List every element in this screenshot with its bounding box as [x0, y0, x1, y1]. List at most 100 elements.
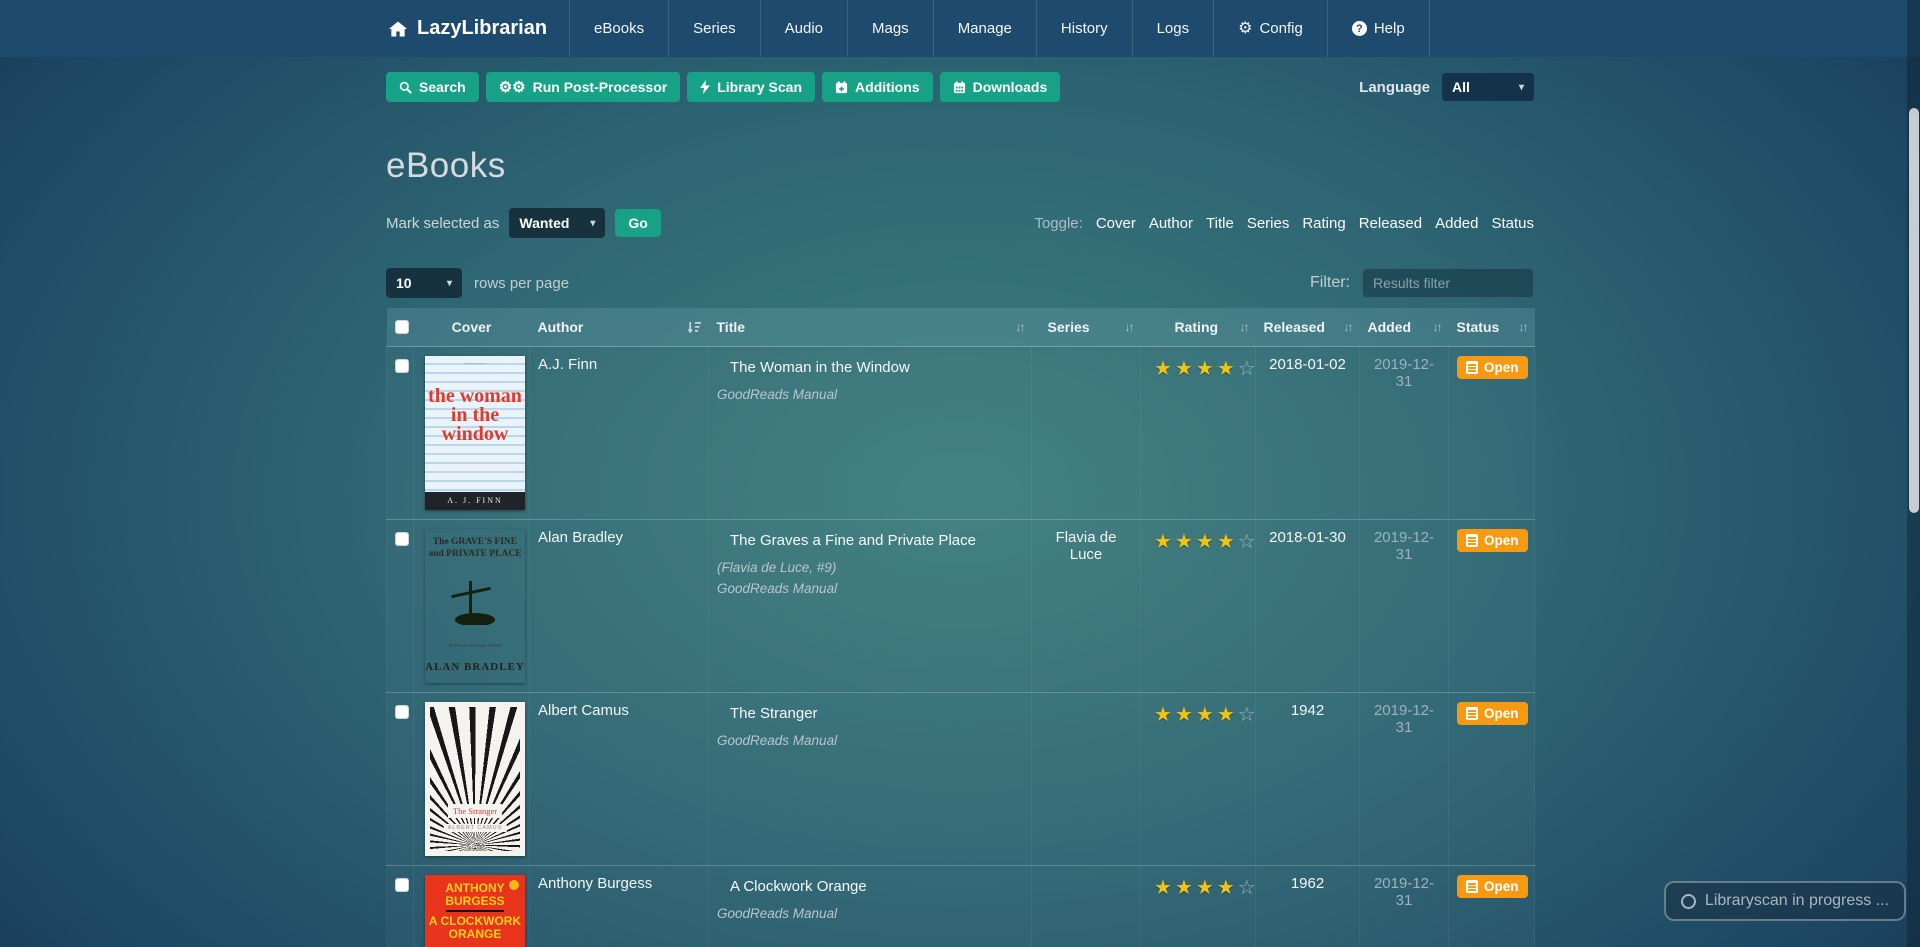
toggle-cover[interactable]: Cover: [1096, 215, 1136, 232]
sort-descending-icon: [686, 321, 701, 334]
mark-selected-select[interactable]: Wanted ▾: [509, 208, 606, 238]
nav-item-manage[interactable]: Manage: [932, 0, 1036, 57]
search-button[interactable]: Search: [386, 72, 479, 102]
rating-stars: ★★★★☆: [1154, 704, 1259, 726]
nav-item-series[interactable]: Series: [668, 0, 760, 57]
table-row: ANTHONY BURGESS A CLOCKWORK ORANGE Antho…: [386, 865, 1535, 947]
series-cell: [1031, 865, 1141, 947]
series-note: (Flavia de Luce, #9): [717, 560, 837, 575]
added-cell: 2019-12-31: [1359, 346, 1449, 520]
sort-icon: ↓↑: [1343, 320, 1354, 334]
nav-item-help[interactable]: ? Help: [1326, 0, 1430, 57]
row-checkbox[interactable]: [395, 532, 409, 546]
nav-item-logs[interactable]: Logs: [1131, 0, 1214, 57]
nav-item-audio[interactable]: Audio: [759, 0, 847, 57]
row-checkbox[interactable]: [395, 878, 409, 892]
book-cover[interactable]: The Stranger ALBERT CAMUS: [425, 702, 525, 856]
gear-icon: ⚙: [1238, 19, 1253, 37]
source-note: GoodReads Manual: [717, 733, 838, 748]
header-author[interactable]: Author: [529, 308, 709, 347]
source-note: GoodReads Manual: [717, 906, 838, 921]
header-title[interactable]: Title ↓↑: [708, 308, 1032, 347]
brand-title: LazyLibrarian: [417, 17, 548, 39]
filter-label: Filter:: [1310, 274, 1350, 291]
language-select[interactable]: All ▾: [1442, 73, 1534, 101]
run-post-processor-button[interactable]: ⚙⚙︎ Run Post-Processor: [485, 72, 681, 102]
series-cell: [1031, 692, 1141, 866]
header-series[interactable]: Series ↓↑: [1031, 308, 1141, 347]
book-title-link[interactable]: The Woman in the Window: [730, 359, 910, 376]
open-button[interactable]: Open: [1457, 356, 1528, 379]
author-link[interactable]: Albert Camus: [538, 702, 629, 719]
header-cover[interactable]: Cover: [413, 308, 530, 347]
select-all-checkbox[interactable]: [394, 320, 409, 334]
downloads-button[interactable]: Downloads: [939, 72, 1061, 102]
calendar-icon: [953, 80, 966, 94]
header-added[interactable]: Added ↓↑: [1359, 308, 1449, 347]
series-link[interactable]: Flavia de Luce: [1056, 529, 1117, 563]
rows-per-page-select[interactable]: 10 ▾: [386, 268, 462, 298]
row-checkbox[interactable]: [395, 359, 409, 373]
bolt-icon: [700, 80, 711, 94]
source-note: GoodReads Manual: [717, 387, 838, 402]
nav-item-config[interactable]: ⚙ Config: [1213, 0, 1327, 57]
open-button[interactable]: Open: [1457, 529, 1528, 552]
nav-item-mags[interactable]: Mags: [847, 0, 933, 57]
toggle-released[interactable]: Released: [1359, 215, 1422, 232]
library-scan-toast: Libraryscan in progress ...: [1663, 881, 1906, 921]
added-cell: 2019-12-31: [1359, 865, 1449, 947]
toast-message: Libraryscan in progress ...: [1704, 892, 1889, 909]
author-link[interactable]: Alan Bradley: [538, 529, 623, 546]
book-cover[interactable]: The GRAVE'S FINE and PRIVATE PLACE A Fla…: [425, 529, 525, 683]
column-toggles: Toggle: Cover Author Title Series Rating…: [1034, 215, 1534, 232]
book-cover[interactable]: ――――― the woman in the window A. J. FINN: [425, 356, 525, 510]
nav-item-history[interactable]: History: [1035, 0, 1132, 57]
header-rating[interactable]: Rating ↓↑: [1140, 308, 1256, 347]
search-icon: [399, 81, 412, 94]
book-icon: [1466, 707, 1478, 720]
sort-icon: ↓↑: [1518, 320, 1529, 334]
chevron-down-icon: ▾: [590, 217, 596, 229]
library-scan-button[interactable]: Library Scan: [687, 72, 816, 102]
book-title-link[interactable]: The Stranger: [730, 705, 818, 722]
nav-item-ebooks[interactable]: eBooks: [569, 0, 668, 57]
scrollbar[interactable]: [1907, 0, 1920, 947]
publisher-logo: [509, 880, 519, 890]
chevron-down-icon: ▾: [446, 277, 452, 289]
toggle-added[interactable]: Added: [1435, 215, 1478, 232]
scrollbar-thumb[interactable]: [1908, 108, 1919, 513]
cover-illustration: [439, 581, 511, 625]
spinner-icon: [1680, 893, 1696, 909]
open-button[interactable]: Open: [1457, 702, 1528, 725]
toggle-author[interactable]: Author: [1149, 215, 1193, 232]
source-note: GoodReads Manual: [717, 581, 838, 596]
additions-button[interactable]: Additions: [822, 72, 933, 102]
header-status[interactable]: Status ↓↑: [1448, 308, 1535, 347]
added-cell: 2019-12-31: [1359, 519, 1449, 693]
brand[interactable]: LazyLibrarian: [386, 0, 569, 57]
header-released[interactable]: Released ↓↑: [1255, 308, 1360, 347]
go-button[interactable]: Go: [615, 209, 661, 237]
book-title-link[interactable]: A Clockwork Orange: [730, 878, 867, 895]
gears-icon: ⚙⚙︎: [498, 78, 526, 96]
top-navbar: LazyLibrarian eBooks Series Audio Mags M…: [0, 0, 1920, 57]
table-row: The Stranger ALBERT CAMUS Albert Camus T…: [386, 692, 1535, 866]
toggle-status[interactable]: Status: [1491, 215, 1534, 232]
book-cover[interactable]: ANTHONY BURGESS A CLOCKWORK ORANGE: [425, 875, 525, 947]
toggle-series[interactable]: Series: [1247, 215, 1290, 232]
author-link[interactable]: Anthony Burgess: [538, 875, 652, 892]
row-checkbox[interactable]: [395, 705, 409, 719]
released-cell: 1942: [1255, 692, 1360, 866]
toggle-rating[interactable]: Rating: [1302, 215, 1345, 232]
book-icon: [1466, 534, 1478, 547]
open-button[interactable]: Open: [1457, 875, 1528, 898]
book-title-link[interactable]: The Graves a Fine and Private Place: [730, 532, 976, 549]
series-cell: [1031, 346, 1141, 520]
toggle-title[interactable]: Title: [1206, 215, 1234, 232]
results-filter-input[interactable]: [1362, 268, 1534, 298]
language-label: Language: [1359, 78, 1430, 96]
home-icon: [388, 19, 408, 39]
table-row: The GRAVE'S FINE and PRIVATE PLACE A Fla…: [386, 519, 1535, 693]
author-link[interactable]: A.J. Finn: [538, 356, 597, 373]
toolbar: Search ⚙⚙︎ Run Post-Processor Library Sc…: [386, 72, 1534, 102]
